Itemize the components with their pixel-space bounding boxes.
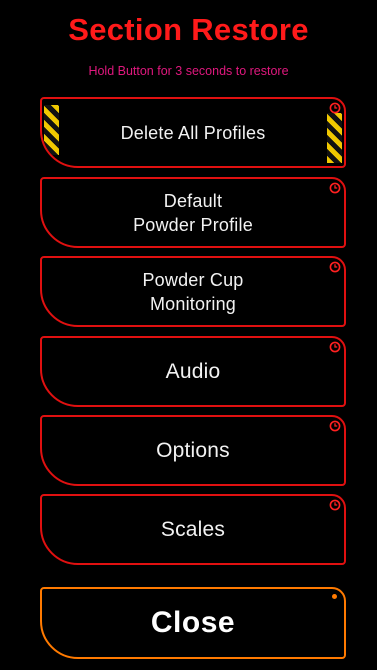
section-restore-screen: Section Restore Hold Button for 3 second… [0, 0, 377, 670]
clock-icon [329, 261, 341, 273]
audio-button[interactable]: Audio [40, 336, 346, 407]
options-label: Options [156, 438, 230, 462]
delete-all-profiles-button[interactable]: Delete All Profiles [40, 97, 346, 168]
indicator-dot-icon [332, 594, 337, 599]
clock-icon [329, 499, 341, 511]
clock-icon [329, 420, 341, 432]
delete-all-profiles-label: Delete All Profiles [120, 122, 266, 143]
default-powder-profile-button[interactable]: Default Powder Profile [40, 177, 346, 248]
close-button[interactable]: Close [40, 587, 346, 659]
hazard-stripes-right [327, 113, 342, 163]
clock-icon [329, 102, 341, 114]
page-subtitle: Hold Button for 3 seconds to restore [88, 64, 289, 78]
audio-label: Audio [165, 359, 221, 383]
close-label: Close [150, 606, 236, 639]
default-powder-profile-label: Default Powder Profile [133, 190, 253, 235]
scales-label: Scales [160, 517, 226, 541]
clock-icon [329, 182, 341, 194]
page-title: Section Restore [68, 12, 309, 47]
powder-cup-monitoring-button[interactable]: Powder Cup Monitoring [40, 256, 346, 327]
options-button[interactable]: Options [40, 415, 346, 486]
hazard-stripes-left [44, 105, 59, 155]
clock-icon [329, 341, 341, 353]
scales-button[interactable]: Scales [40, 494, 346, 565]
powder-cup-monitoring-label: Powder Cup Monitoring [142, 269, 244, 314]
